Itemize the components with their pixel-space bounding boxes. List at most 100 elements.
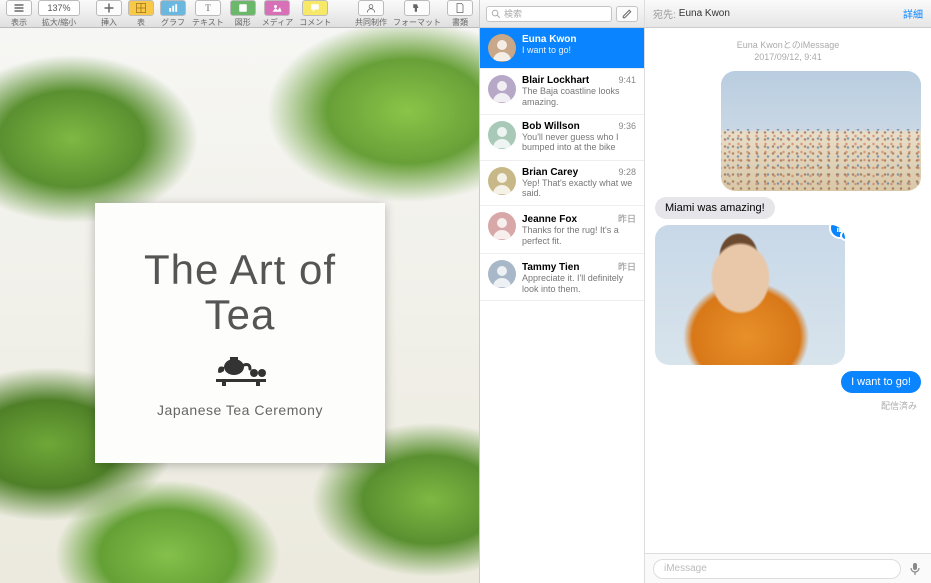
- comment-button[interactable]: [302, 0, 328, 16]
- media-label: メディア: [262, 17, 293, 28]
- view-label: 表示: [11, 17, 27, 28]
- conversation-time: 9:28: [618, 167, 636, 177]
- avatar: [488, 75, 516, 103]
- incoming-text-message[interactable]: Miami was amazing!: [655, 197, 921, 219]
- pages-app: 表示 137% 拡大/縮小 挿入 表 グラフ: [0, 0, 479, 583]
- svg-text:T: T: [205, 3, 211, 13]
- avatar: [488, 212, 516, 240]
- message-bubble: Miami was amazing!: [655, 197, 775, 219]
- conversation-item[interactable]: Tammy Tien 昨日 Appreciate it. I'll defini…: [480, 254, 644, 302]
- conversation-preview: I want to go!: [522, 45, 636, 56]
- to-name: Euna Kwon: [679, 8, 730, 19]
- conversation-preview: Thanks for the rug! It's a perfect fit.: [522, 225, 636, 247]
- conversation-preview: Appreciate it. I'll definitely look into…: [522, 273, 636, 295]
- zoom-dropdown[interactable]: 137%: [38, 0, 80, 16]
- shape-label: 図形: [235, 17, 251, 28]
- conversation-body: Brian Carey 9:28 Yep! That's exactly wha…: [522, 167, 636, 200]
- share-button[interactable]: [358, 0, 384, 16]
- conversation-name: Blair Lockhart: [522, 75, 589, 86]
- message-bubble: I want to go!: [841, 371, 921, 393]
- table-label: 表: [137, 17, 145, 28]
- avatar: [488, 34, 516, 62]
- conversation-list: Euna Kwon I want to go! Blair Lockhart 9…: [480, 28, 644, 583]
- incoming-image-message[interactable]: [655, 71, 921, 191]
- conversation-item[interactable]: Jeanne Fox 昨日 Thanks for the rug! It's a…: [480, 206, 644, 254]
- pages-toolbar: 表示 137% 拡大/縮小 挿入 表 グラフ: [0, 0, 479, 28]
- details-button[interactable]: 詳細: [903, 6, 923, 21]
- shape-button[interactable]: [230, 0, 256, 16]
- messages-app: 検索 Euna Kwon I want to go! Blair Lockhar…: [479, 0, 931, 583]
- to-label: 宛先:: [653, 6, 676, 21]
- insert-button[interactable]: [96, 0, 122, 16]
- chart-label: グラフ: [161, 17, 185, 28]
- avatar: [488, 121, 516, 149]
- microphone-icon: [909, 562, 921, 576]
- teapot-icon: [210, 353, 270, 392]
- conversation-preview: You'll never guess who I bumped into at …: [522, 132, 636, 154]
- conversation-body: Jeanne Fox 昨日 Thanks for the rug! It's a…: [522, 212, 636, 247]
- conversation-time: 昨日: [618, 212, 636, 225]
- text-label: テキスト: [192, 17, 224, 28]
- conversation-item[interactable]: Euna Kwon I want to go!: [480, 28, 644, 69]
- zoom-label: 拡大/縮小: [42, 17, 76, 28]
- conversation-preview: The Baja coastline looks amazing.: [522, 86, 636, 108]
- thumbs-up-tapback[interactable]: [829, 225, 845, 239]
- chat-pane: 宛先: Euna Kwon 詳細 Euna KwonとのiMessage 201…: [645, 0, 931, 583]
- person-photo[interactable]: [655, 225, 845, 365]
- person-icon: [488, 167, 516, 195]
- document-label: 書類: [452, 17, 468, 28]
- chart-button[interactable]: [160, 0, 186, 16]
- person-icon: [488, 75, 516, 103]
- zoom-value: 137%: [47, 3, 70, 13]
- outgoing-text-message[interactable]: I want to go!: [655, 371, 921, 393]
- avatar: [488, 260, 516, 288]
- incoming-image-message[interactable]: [655, 225, 921, 365]
- conversation-preview: Yep! That's exactly what we said.: [522, 178, 636, 200]
- text-button[interactable]: T: [195, 0, 221, 16]
- format-label: フォーマット: [393, 17, 441, 28]
- message-input[interactable]: iMessage: [653, 559, 901, 579]
- person-icon: [488, 212, 516, 240]
- conversation-time: 9:41: [618, 75, 636, 85]
- conversation-item[interactable]: Blair Lockhart 9:41 The Baja coastline l…: [480, 69, 644, 115]
- conversation-name: Bob Willson: [522, 121, 580, 132]
- conversation-body: Euna Kwon I want to go!: [522, 34, 636, 62]
- document-canvas[interactable]: The Art of Tea Japanese Tea Ceremony: [0, 28, 479, 583]
- comment-label: コメント: [299, 17, 331, 28]
- search-icon: [491, 9, 501, 19]
- voice-message-button[interactable]: [907, 561, 923, 577]
- search-placeholder: 検索: [504, 7, 522, 20]
- person-icon: [488, 121, 516, 149]
- chat-header: 宛先: Euna Kwon 詳細: [645, 0, 931, 28]
- compose-button[interactable]: [616, 6, 638, 22]
- conversation-item[interactable]: Bob Willson 9:36 You'll never guess who …: [480, 115, 644, 161]
- conversation-item[interactable]: Brian Carey 9:28 Yep! That's exactly wha…: [480, 161, 644, 207]
- beach-photo[interactable]: [721, 71, 921, 191]
- conversation-time: 9:36: [618, 121, 636, 131]
- conversation-name: Tammy Tien: [522, 262, 579, 273]
- conversation-body: Tammy Tien 昨日 Appreciate it. I'll defini…: [522, 260, 636, 295]
- avatar: [488, 167, 516, 195]
- thumbs-up-icon: [835, 225, 846, 234]
- share-label: 共同制作: [355, 17, 387, 28]
- thread-timestamp: Euna KwonとのiMessage 2017/09/12, 9:41: [655, 40, 921, 63]
- document-title: The Art of Tea: [115, 248, 365, 336]
- table-button[interactable]: [128, 0, 154, 16]
- media-button[interactable]: [264, 0, 290, 16]
- search-input[interactable]: 検索: [486, 6, 612, 22]
- document-subtitle: Japanese Tea Ceremony: [157, 402, 323, 418]
- format-button[interactable]: [404, 0, 430, 16]
- person-icon: [488, 34, 516, 62]
- conversation-body: Bob Willson 9:36 You'll never guess who …: [522, 121, 636, 154]
- view-button[interactable]: [6, 0, 32, 16]
- message-input-bar: iMessage: [645, 553, 931, 583]
- title-text-box[interactable]: The Art of Tea Japanese Tea Ceremony: [95, 203, 385, 463]
- conversation-sidebar: 検索 Euna Kwon I want to go! Blair Lockhar…: [480, 0, 645, 583]
- document-button[interactable]: [447, 0, 473, 16]
- person-icon: [488, 260, 516, 288]
- conversation-name: Jeanne Fox: [522, 214, 577, 225]
- compose-icon: [621, 8, 633, 20]
- input-placeholder: iMessage: [664, 563, 707, 574]
- sidebar-toolbar: 検索: [480, 0, 644, 28]
- message-thread[interactable]: Euna KwonとのiMessage 2017/09/12, 9:41 Mia…: [645, 28, 931, 553]
